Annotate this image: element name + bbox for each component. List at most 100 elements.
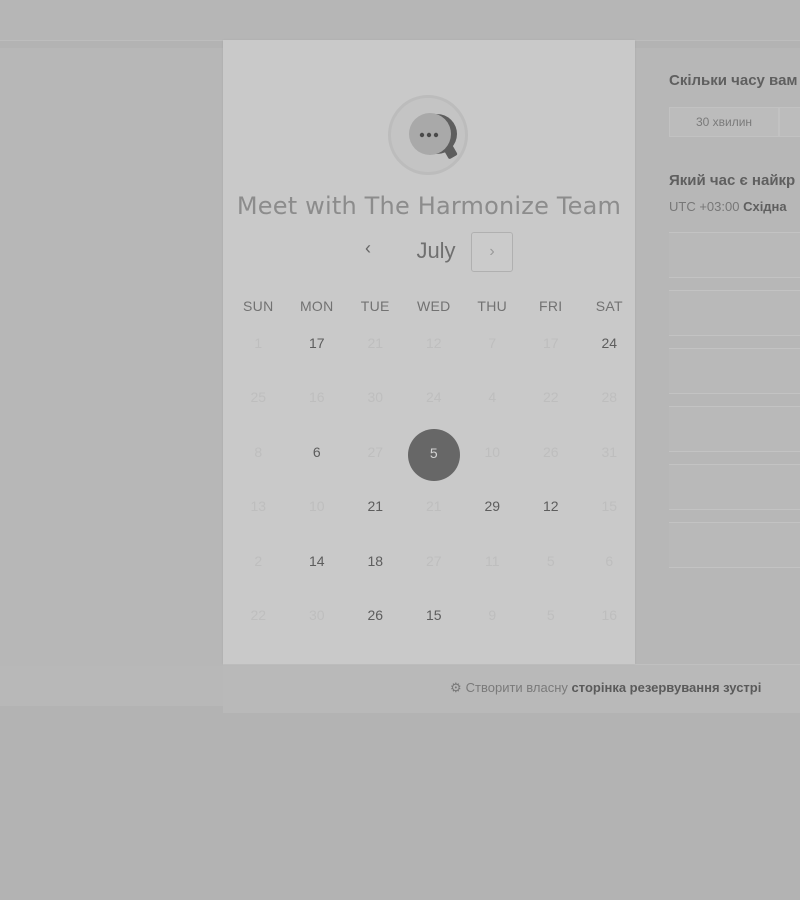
calendar-day: 7 [463,320,522,374]
calendar-day-number: 16 [601,606,618,623]
calendar-day: 27 [405,538,464,592]
calendar-day-number: 12 [425,335,442,351]
calendar-day: 16 [288,374,347,428]
calendar-day-number: 27 [425,552,442,569]
time-slot[interactable] [669,464,800,510]
calendar-day: 21 [405,483,464,537]
calendar-day[interactable]: 15 [405,592,464,646]
calendar-day-number: 14 [308,552,325,569]
calendar-day: 24 [405,374,464,428]
chevron-left-icon: ‹ [365,238,371,258]
calendar-day: 5 [522,592,581,646]
calendar-day-number: 28 [601,389,618,406]
calendar-day-number: 13 [250,498,267,515]
calendar-day-number: 21 [367,335,384,351]
calendar-day: 22 [229,592,288,646]
calendar-day: 26 [522,429,581,483]
calendar-day-number: 21 [367,498,384,515]
right-panel: Скільки часу вам 30 хвилин Який час є на… [669,60,800,660]
calendar-day: 6 [580,538,639,592]
duration-option-button-2[interactable] [779,107,800,137]
weekday-thu: THU [477,298,508,314]
footer-link[interactable]: сторінка резервування зустрі [572,680,762,695]
calendar-day[interactable]: 17 [288,320,347,374]
calendar-day: 10 [463,429,522,483]
calendar-grid: 1 17 21 12 7 17 24 25 16 30 24 4 22 28 8 6 27 5 10 26 31 13 10… [229,320,639,646]
calendar-day-number: 15 [425,606,442,623]
calendar-day-number: 26 [367,606,384,623]
calendar-day: 21 [346,320,405,374]
weekday-sat: SAT [595,298,623,314]
calendar-day-number: 12 [542,498,559,515]
next-month-button[interactable]: › [471,232,513,272]
month-label: July [416,238,456,263]
calendar-day[interactable]: 18 [346,538,405,592]
booking-card: Meet with The Harmonize Team ‹ July › SU… [223,40,635,664]
calendar-day: 31 [580,429,639,483]
calendar-day: 22 [522,374,581,428]
timezone-name: Східна [743,199,787,214]
weekday-mon: MON [299,298,334,314]
timezone-label[interactable]: UTC +03:00 Східна [669,199,787,214]
timezone-offset: UTC +03:00 [669,199,740,214]
calendar-day: 12 [405,320,464,374]
calendar-day-number: 22 [250,606,267,623]
previous-month-button[interactable]: ‹ [357,238,379,264]
weekday-wed: WED [416,298,451,314]
calendar-day-number: 7 [488,335,497,351]
footer-prefix: Створити власну [465,680,568,695]
calendar-day: 27 [346,429,405,483]
footer-text: ⚙ Створити власну сторінка резервування з… [450,680,800,696]
calendar-day-number: 30 [367,389,384,406]
calendar-day: 30 [288,592,347,646]
chat-avatar-icon [388,95,468,175]
time-slot[interactable] [669,522,800,568]
calendar-day-number: 10 [484,443,501,460]
weekday-sun: SUN [243,298,274,314]
calendar-day-selected[interactable]: 5 [405,428,464,483]
time-slot[interactable] [669,232,800,278]
time-slot[interactable] [669,348,800,394]
calendar-day-number: 16 [308,389,325,406]
calendar-day: 4 [463,374,522,428]
time-slot[interactable] [669,290,800,336]
calendar-day: 10 [288,483,347,537]
weekday-fri: FRI [539,298,563,314]
calendar-day-number: 22 [542,389,559,406]
calendar-day-number: 31 [601,443,618,460]
calendar-day-number: 24 [425,389,442,406]
hubspot-sprocket-icon: ⚙ [450,680,462,695]
calendar-day[interactable]: 21 [346,483,405,537]
calendar-day-number: 15 [601,498,618,515]
calendar-day[interactable]: 24 [580,320,639,374]
calendar-day-number: 26 [542,443,559,460]
calendar-day: 2 [229,538,288,592]
calendar-day-number: 6 [312,443,321,460]
calendar-day: 8 [229,429,288,483]
calendar-day: 28 [580,374,639,428]
duration-option-button[interactable]: 30 хвилин [669,107,779,137]
month-navigation: ‹ July › [223,232,635,272]
calendar-day[interactable]: 12 [522,483,581,537]
calendar-day[interactable]: 26 [346,592,405,646]
calendar-day-number: 4 [488,389,497,406]
calendar-day[interactable]: 29 [463,483,522,537]
time-slot[interactable] [669,406,800,452]
calendar-day: 13 [229,483,288,537]
calendar-day-number: 27 [367,443,384,460]
calendar-day-number: 24 [601,335,618,351]
calendar-day-number: 17 [308,335,325,351]
calendar-day[interactable]: 6 [288,429,347,483]
calendar-day-number: 10 [308,498,325,515]
calendar-day: 9 [463,592,522,646]
chevron-right-icon: › [489,243,495,260]
calendar-day-number: 5 [546,552,555,569]
calendar-day: 5 [522,538,581,592]
time-question: Який час є найкр [669,172,796,189]
calendar-day-number: 2 [254,552,263,569]
calendar-day-number: 25 [250,389,267,406]
top-bar [0,0,800,41]
calendar-day-number: 11 [484,552,500,569]
calendar-day-number: 29 [484,498,501,515]
calendar-day[interactable]: 14 [288,538,347,592]
